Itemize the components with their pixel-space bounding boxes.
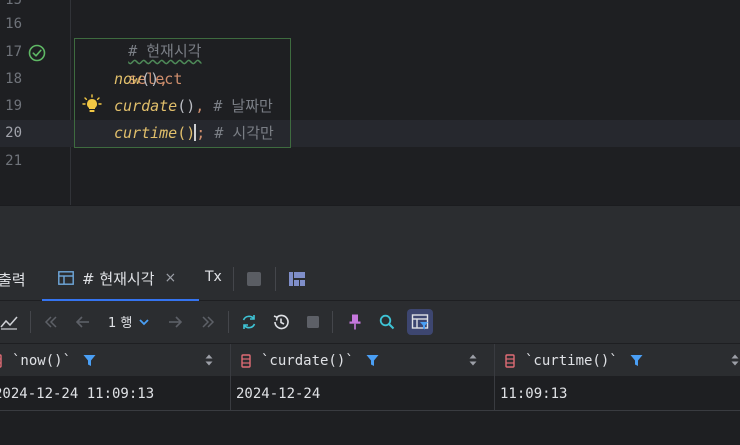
- filter-icon[interactable]: [366, 354, 379, 367]
- row-divider: [0, 410, 740, 411]
- stop-icon[interactable]: [247, 272, 261, 286]
- column-header-curdate[interactable]: `curdate()`: [241, 344, 379, 377]
- arrow-left-icon: [75, 316, 89, 328]
- line-chart-icon: [0, 316, 18, 330]
- separator: [332, 311, 333, 333]
- search-button[interactable]: [374, 309, 400, 335]
- arrow-right-icon: [169, 316, 183, 328]
- check-circle-icon[interactable]: [28, 44, 46, 62]
- column-header-label: `curdate()`: [261, 352, 354, 369]
- column-header-curtime[interactable]: `curtime()`: [505, 344, 643, 377]
- double-chevron-right-icon: [202, 316, 215, 328]
- refresh-icon: [242, 315, 256, 329]
- refresh-button[interactable]: [236, 309, 262, 335]
- tab-output[interactable]: 출력: [0, 257, 34, 301]
- column-icon: [241, 353, 251, 368]
- line-number: 17: [5, 44, 22, 60]
- separator: [228, 311, 229, 333]
- sort-icon[interactable]: [205, 354, 213, 366]
- last-page-button[interactable]: [195, 309, 221, 335]
- sql-editor[interactable]: 15 16 # 현재시각 17 select 18 now(), 19 curd…: [0, 0, 740, 205]
- editor-line: 16 # 현재시각: [0, 11, 740, 60]
- filter-icon[interactable]: [630, 354, 643, 367]
- column-header-label: `now()`: [12, 352, 72, 369]
- column-icon: [505, 353, 515, 368]
- column-divider[interactable]: [494, 344, 495, 410]
- prev-page-button[interactable]: [70, 309, 96, 335]
- editor-line: 21: [0, 148, 740, 175]
- table-icon: [58, 271, 74, 285]
- page-size-selector[interactable]: 1 행: [108, 312, 150, 331]
- table-cell[interactable]: 2024-12-24 11:09:13: [0, 377, 154, 410]
- pin-icon: [349, 314, 361, 330]
- pin-tab-button[interactable]: [342, 309, 368, 335]
- column-divider[interactable]: [230, 344, 231, 410]
- layout-icon[interactable]: [289, 272, 305, 286]
- column-header-now[interactable]: `now()`: [0, 344, 96, 377]
- sort-icon[interactable]: [469, 354, 477, 366]
- history-icon: [273, 314, 289, 330]
- next-page-button[interactable]: [162, 309, 188, 335]
- tx-label: Tx: [205, 269, 222, 285]
- column-icon: [0, 353, 2, 368]
- double-chevron-left-icon: [44, 316, 57, 328]
- column-header-label: `curtime()`: [525, 352, 618, 369]
- chart-button[interactable]: [0, 309, 22, 335]
- close-icon[interactable]: ×: [165, 270, 177, 286]
- line-number: 16: [5, 16, 22, 32]
- tab-query-result[interactable]: # 현재시각 ×: [42, 257, 199, 301]
- transaction-mode-button[interactable]: Tx: [205, 269, 222, 285]
- filter-icon[interactable]: [83, 354, 96, 367]
- chevron-down-icon: [139, 318, 150, 325]
- lightbulb-icon[interactable]: [82, 94, 102, 114]
- tab-output-label: 출력: [0, 270, 26, 289]
- panel-splitter[interactable]: [0, 205, 740, 257]
- sort-icon[interactable]: [731, 354, 739, 366]
- table-cell[interactable]: 2024-12-24: [236, 377, 320, 410]
- table-filter-icon: [411, 314, 429, 330]
- filter-view-button[interactable]: [407, 309, 433, 335]
- line-number: 21: [5, 153, 22, 169]
- table-cell[interactable]: 11:09:13: [500, 377, 567, 410]
- first-page-button[interactable]: [38, 309, 64, 335]
- line-number: 20: [5, 125, 22, 141]
- page-size-value: 1 행: [108, 316, 133, 331]
- separator: [275, 267, 276, 291]
- search-icon: [379, 314, 395, 330]
- stop-icon: [307, 316, 319, 328]
- executed-statement-highlight: [74, 38, 291, 148]
- stop-button[interactable]: [300, 309, 326, 335]
- separator: [233, 267, 234, 291]
- history-button[interactable]: [268, 309, 294, 335]
- line-number: 18: [5, 71, 22, 87]
- separator: [30, 311, 31, 333]
- line-number: 19: [5, 98, 22, 114]
- tab-result-label: # 현재시각: [82, 269, 155, 288]
